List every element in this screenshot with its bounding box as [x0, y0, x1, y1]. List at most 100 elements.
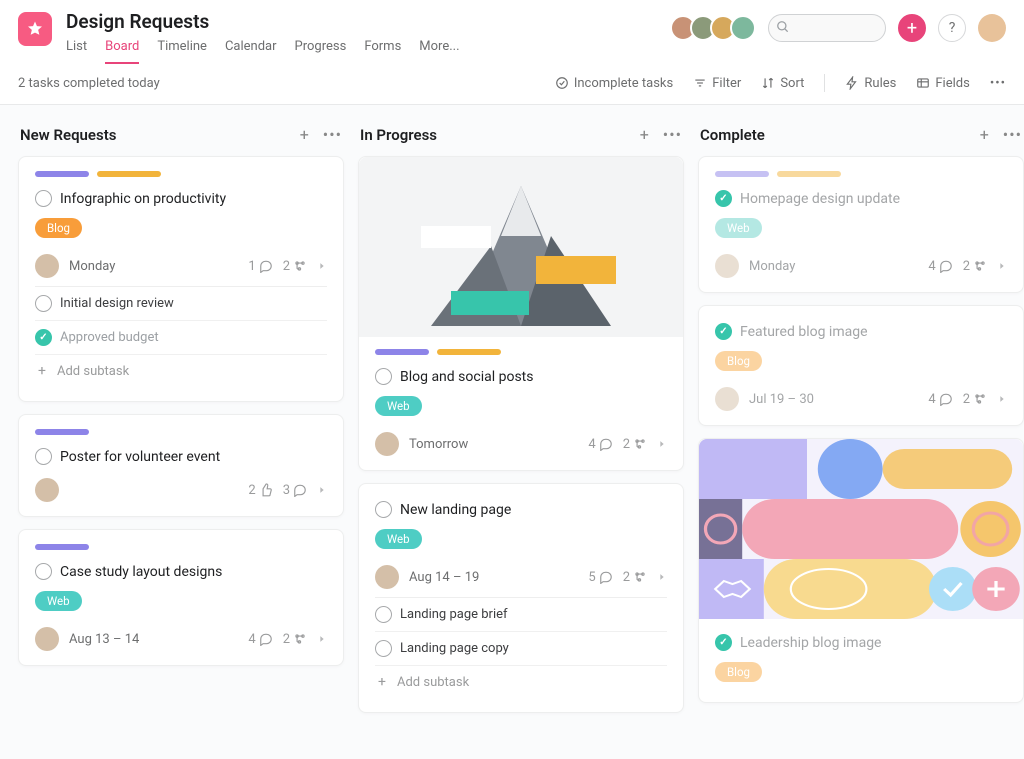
column-more-button[interactable]: ••• — [323, 125, 342, 144]
tab-list[interactable]: List — [66, 39, 87, 64]
subtask-row[interactable]: Landing page brief — [375, 598, 667, 632]
more-button[interactable]: ••• — [990, 76, 1006, 91]
tag-pill[interactable]: Blog — [35, 218, 82, 238]
likes-count[interactable]: 2 — [248, 483, 272, 498]
complete-checkbox[interactable] — [375, 368, 392, 385]
subtask-checkbox[interactable] — [35, 329, 52, 346]
card[interactable]: New landing pageWebAug 14 – 195 2 Landin… — [358, 483, 684, 713]
comments-count[interactable]: 5 — [588, 570, 612, 585]
chevron-right-icon[interactable] — [997, 261, 1007, 271]
subtask-checkbox[interactable] — [375, 640, 392, 657]
add-card-button[interactable]: + — [980, 125, 989, 144]
complete-checkbox[interactable] — [715, 323, 732, 340]
comments-count[interactable]: 4 — [248, 632, 272, 647]
due-date: Aug 13 – 14 — [69, 632, 139, 647]
tab-calendar[interactable]: Calendar — [225, 39, 277, 64]
member-avatar[interactable] — [730, 15, 756, 41]
add-subtask-button[interactable]: +Add subtask — [375, 666, 667, 698]
card[interactable]: Leadership blog imageBlog — [698, 438, 1024, 703]
complete-checkbox[interactable] — [35, 563, 52, 580]
subtasks-count[interactable]: 2 — [623, 570, 647, 585]
complete-checkbox[interactable] — [715, 190, 732, 207]
tag-pill[interactable]: Web — [375, 529, 422, 549]
card-cover — [699, 439, 1023, 619]
column: Complete+•••Homepage design updateWebMon… — [698, 121, 1024, 743]
subtask-checkbox[interactable] — [375, 606, 392, 623]
card-stripes — [35, 429, 327, 435]
tab-board[interactable]: Board — [105, 39, 139, 64]
subtasks-count[interactable]: 2 — [623, 437, 647, 452]
chevron-right-icon[interactable] — [317, 261, 327, 271]
task-title-row: Homepage design update — [715, 187, 1007, 210]
assignee-avatar[interactable] — [35, 478, 59, 502]
header: Design Requests ListBoardTimelineCalenda… — [0, 0, 1024, 64]
member-avatars[interactable] — [676, 15, 756, 41]
add-card-button[interactable]: + — [640, 125, 649, 144]
project-icon[interactable] — [18, 12, 52, 46]
assignee-avatar[interactable] — [375, 432, 399, 456]
tag-pill[interactable]: Web — [715, 218, 762, 238]
subtask-checkbox[interactable] — [35, 295, 52, 312]
card-footer: Jul 19 – 304 2 — [715, 387, 1007, 411]
assignee-avatar[interactable] — [715, 387, 739, 411]
subtask-row[interactable]: Initial design review — [35, 287, 327, 321]
subtasks-count[interactable]: 2 — [283, 632, 307, 647]
tab-timeline[interactable]: Timeline — [157, 39, 207, 64]
assignee-avatar[interactable] — [35, 627, 59, 651]
comments-count[interactable]: 4 — [928, 259, 952, 274]
subtask-row[interactable]: Approved budget — [35, 321, 327, 355]
complete-checkbox[interactable] — [715, 634, 732, 651]
task-title-row: Case study layout designs — [35, 560, 327, 583]
column-more-button[interactable]: ••• — [663, 125, 682, 144]
card[interactable]: Blog and social postsWebTomorrow4 2 — [358, 156, 684, 471]
incomplete-tasks-filter[interactable]: Incomplete tasks — [555, 76, 673, 91]
comments-count[interactable]: 4 — [928, 392, 952, 407]
assignee-avatar[interactable] — [35, 254, 59, 278]
task-title-row: New landing page — [375, 498, 667, 521]
user-avatar[interactable] — [978, 14, 1006, 42]
tag-pill[interactable]: Web — [35, 591, 82, 611]
card[interactable]: Homepage design updateWebMonday4 2 — [698, 156, 1024, 293]
chevron-right-icon[interactable] — [657, 572, 667, 582]
card-metrics: 4 2 — [928, 259, 1007, 274]
tag-pill[interactable]: Web — [375, 396, 422, 416]
complete-checkbox[interactable] — [35, 448, 52, 465]
search[interactable] — [768, 14, 886, 42]
tabs: List Board Timeline Calendar Progress Forms Mo… — [66, 39, 460, 64]
subtask-row[interactable]: Landing page copy — [375, 632, 667, 666]
tag-pill[interactable]: Blog — [715, 351, 762, 371]
tab-progress[interactable]: Progress — [295, 39, 347, 64]
card[interactable]: Infographic on productivityBlogMonday1 2… — [18, 156, 344, 402]
add-subtask-button[interactable]: +Add subtask — [35, 355, 327, 387]
tag-pill[interactable]: Blog — [715, 662, 762, 682]
assignee-avatar[interactable] — [715, 254, 739, 278]
comments-count[interactable]: 3 — [283, 483, 307, 498]
add-card-button[interactable]: + — [300, 125, 309, 144]
chevron-right-icon[interactable] — [997, 394, 1007, 404]
complete-checkbox[interactable] — [35, 190, 52, 207]
subtasks-count[interactable]: 2 — [963, 259, 987, 274]
complete-checkbox[interactable] — [375, 501, 392, 518]
card[interactable]: Poster for volunteer event2 3 — [18, 414, 344, 517]
fields-button[interactable]: Fields — [916, 76, 969, 91]
help-button[interactable]: ? — [938, 14, 966, 42]
chevron-right-icon[interactable] — [317, 485, 327, 495]
card-stripes — [35, 171, 327, 177]
assignee-avatar[interactable] — [375, 565, 399, 589]
comments-count[interactable]: 4 — [588, 437, 612, 452]
filter-button[interactable]: Filter — [693, 76, 741, 91]
tab-more-[interactable]: More... — [419, 39, 459, 64]
column-more-button[interactable]: ••• — [1003, 125, 1022, 144]
add-button[interactable]: + — [898, 14, 926, 42]
chevron-right-icon[interactable] — [317, 634, 327, 644]
subtasks-count[interactable]: 2 — [283, 259, 307, 274]
card[interactable]: Case study layout designs Web Aug 13 – 14 4… — [18, 529, 344, 666]
chevron-right-icon[interactable] — [657, 439, 667, 449]
card-footer: Monday1 2 — [35, 254, 327, 278]
tab-forms[interactable]: Forms — [364, 39, 401, 64]
comments-count[interactable]: 1 — [248, 259, 272, 274]
card[interactable]: Featured blog imageBlogJul 19 – 304 2 — [698, 305, 1024, 426]
rules-button[interactable]: Rules — [845, 76, 896, 91]
sort-button[interactable]: Sort — [761, 76, 804, 91]
subtasks-count[interactable]: 2 — [963, 392, 987, 407]
